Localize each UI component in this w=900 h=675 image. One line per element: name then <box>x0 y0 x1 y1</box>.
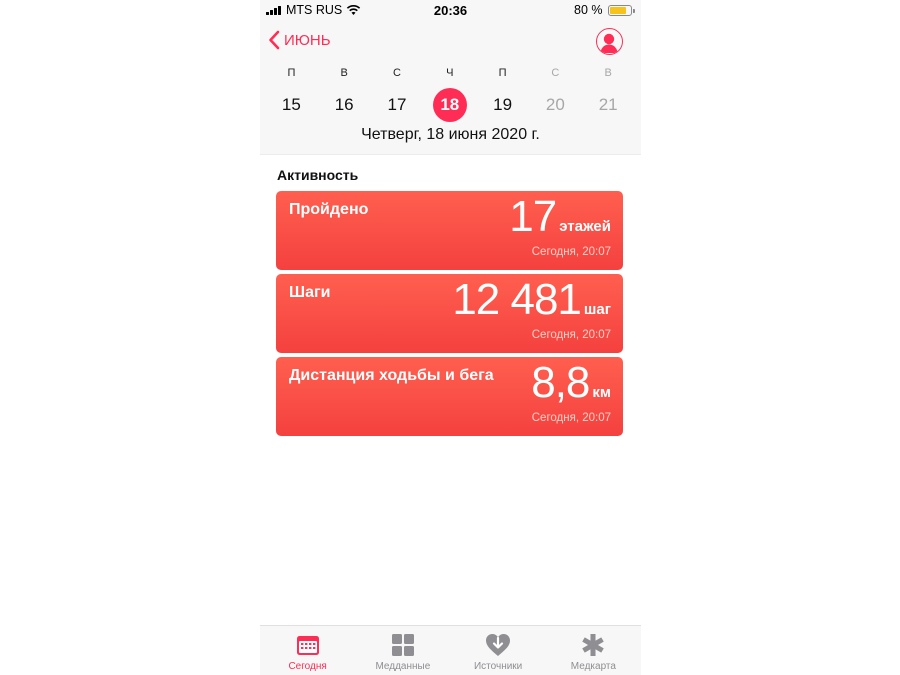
card-timestamp: Сегодня, 20:07 <box>531 412 611 424</box>
card-title: Дистанция ходьбы и бега <box>289 367 494 384</box>
weekday-label: Ч <box>446 67 454 79</box>
date-cell[interactable]: 20 <box>529 88 582 122</box>
tab-label: Источники <box>473 661 523 672</box>
date-number: 19 <box>493 95 513 114</box>
tab-label: Сегодня <box>288 661 327 672</box>
weekday-label: С <box>551 67 560 79</box>
card-timestamp: Сегодня, 20:07 <box>531 329 611 341</box>
health-app-screen: MTS RUS 20:36 80 % ИЮНЬ П В С Ч П С В 15… <box>260 0 641 675</box>
date-number: 17 <box>387 95 407 114</box>
chevron-left-icon <box>269 30 280 50</box>
card-number: 8,8 <box>531 358 590 407</box>
card-unit: этажей <box>559 218 611 235</box>
card-title: Шаги <box>289 284 331 301</box>
profile-button[interactable] <box>596 28 623 55</box>
status-bar: MTS RUS 20:36 80 % <box>260 0 641 22</box>
date-number: 16 <box>334 95 354 114</box>
calendar-icon <box>295 632 321 658</box>
date-cell[interactable]: 15 <box>265 88 318 122</box>
back-label: ИЮНЬ <box>284 31 331 49</box>
date-cell-selected[interactable]: 18 <box>423 88 476 122</box>
card-value: 8,8 км <box>531 361 611 405</box>
date-cell[interactable]: 16 <box>318 88 371 122</box>
tab-label: Медкарта <box>570 661 616 672</box>
back-to-month-button[interactable]: ИЮНЬ <box>268 30 331 50</box>
date-header: ИЮНЬ П В С Ч П С В 15 16 17 18 19 20 21 … <box>260 22 641 155</box>
tab-today[interactable]: Сегодня <box>260 626 355 675</box>
full-date-label: Четверг, 18 июня 2020 г. <box>361 126 540 143</box>
battery-icon <box>608 5 635 16</box>
weekday-label: С <box>393 67 401 79</box>
date-row: 15 16 17 18 19 20 21 <box>265 88 635 122</box>
date-cell[interactable]: 19 <box>476 88 529 122</box>
card-timestamp: Сегодня, 20:07 <box>531 246 611 258</box>
section-title: Активность <box>277 167 359 183</box>
date-cell[interactable]: 21 <box>582 88 635 122</box>
tab-label: Медданные <box>375 661 431 672</box>
weekday-label: П <box>287 67 296 79</box>
tab-bar: Сегодня Медданные Источники Медкарта <box>260 625 641 675</box>
weekday-label: П <box>498 67 507 79</box>
battery-level <box>610 7 626 14</box>
steps-card[interactable]: Шаги 12 481 шаг Сегодня, 20:07 <box>276 274 623 353</box>
battery-percent: 80 % <box>574 3 603 17</box>
tab-sources[interactable]: Источники <box>451 626 546 675</box>
card-number: 12 481 <box>452 275 582 324</box>
grid-icon <box>390 632 416 658</box>
heart-download-icon <box>485 632 511 658</box>
card-unit: км <box>592 384 611 401</box>
card-number: 17 <box>509 192 557 241</box>
date-number: 20 <box>545 95 565 114</box>
date-number: 15 <box>281 95 301 114</box>
card-unit: шаг <box>583 301 611 318</box>
tab-medical-id[interactable]: Медкарта <box>546 626 641 675</box>
card-title: Пройдено <box>289 201 369 218</box>
card-value: 12 481 шаг <box>452 278 611 322</box>
walking-running-distance-card[interactable]: Дистанция ходьбы и бега 8,8 км Сегодня, … <box>276 357 623 436</box>
tab-health-data[interactable]: Медданные <box>355 626 450 675</box>
card-value: 17 этажей <box>509 195 611 239</box>
date-number: 21 <box>598 95 618 114</box>
asterisk-icon <box>580 632 606 658</box>
weekday-label: В <box>340 67 348 79</box>
weekday-row: П В С Ч П С В <box>265 67 635 79</box>
date-number: 18 <box>432 88 467 122</box>
flights-climbed-card[interactable]: Пройдено 17 этажей Сегодня, 20:07 <box>276 191 623 270</box>
profile-icon <box>600 33 618 54</box>
weekday-label: В <box>604 67 612 79</box>
date-cell[interactable]: 17 <box>371 88 424 122</box>
